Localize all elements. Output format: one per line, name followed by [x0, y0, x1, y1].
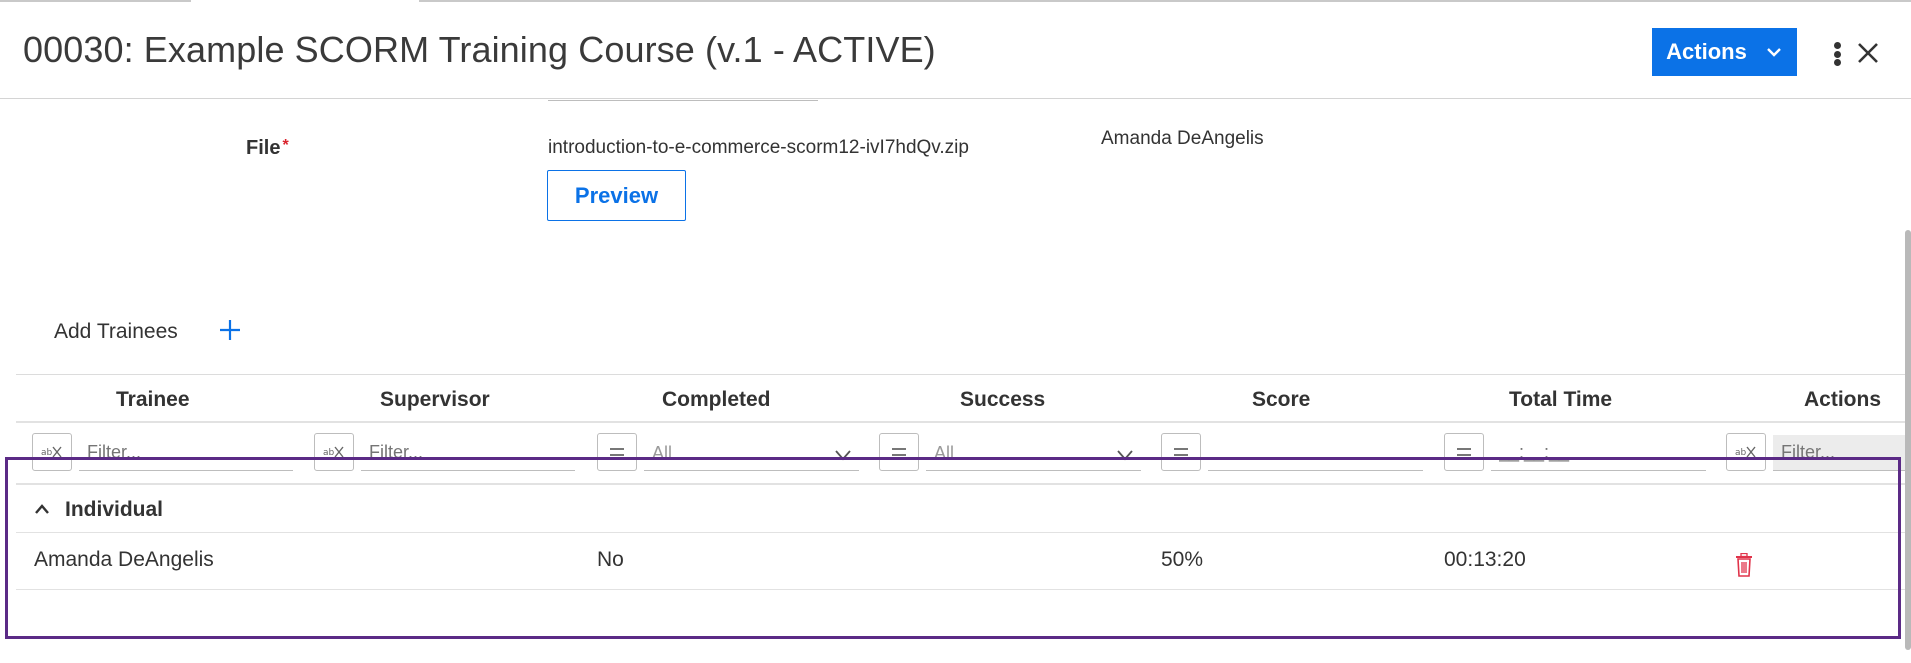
kebab-menu-icon[interactable]: [1827, 38, 1847, 70]
filter-text-icon[interactable]: ab: [32, 433, 72, 471]
required-marker: *: [282, 137, 289, 154]
column-header-score[interactable]: Score: [1252, 388, 1310, 412]
page-title: 00030: Example SCORM Training Course (v.…: [23, 29, 936, 70]
completed-filter-value: All: [652, 443, 673, 463]
group-label: Individual: [65, 498, 164, 521]
success-filter-value: All: [934, 443, 955, 463]
vertical-scrollbar[interactable]: [1905, 230, 1911, 650]
preview-button[interactable]: Preview: [547, 170, 686, 221]
score-filter-input[interactable]: [1208, 435, 1423, 471]
chevron-down-icon[interactable]: [1116, 449, 1134, 461]
filter-equals-icon[interactable]: [1444, 433, 1484, 471]
filter-row: ab ab All All ab: [16, 423, 1911, 483]
dialog-header: 00030: Example SCORM Training Course (v.…: [0, 2, 1911, 99]
table-row[interactable]: Amanda DeAngelis No 50% 00:13:20: [16, 533, 1911, 590]
close-icon[interactable]: [1855, 40, 1881, 66]
cell-trainee: Amanda DeAngelis: [34, 548, 214, 571]
filter-equals-icon[interactable]: [879, 433, 919, 471]
column-header-total-time[interactable]: Total Time: [1509, 388, 1612, 412]
column-header-completed[interactable]: Completed: [662, 388, 771, 412]
total-time-filter-input[interactable]: [1491, 435, 1706, 471]
column-header-supervisor[interactable]: Supervisor: [380, 388, 490, 412]
plus-icon[interactable]: [218, 318, 242, 342]
file-owner: Amanda DeAngelis: [1101, 128, 1264, 149]
actions-filter-input[interactable]: [1773, 435, 1911, 471]
column-header-trainee[interactable]: Trainee: [116, 388, 190, 412]
filter-equals-icon[interactable]: [1161, 433, 1201, 471]
actions-button-label: Actions: [1666, 39, 1747, 64]
filter-text-icon[interactable]: ab: [314, 433, 354, 471]
svg-text:ab: ab: [323, 448, 335, 458]
caret-up-icon[interactable]: [34, 503, 50, 515]
supervisor-filter-input[interactable]: [361, 435, 575, 471]
filter-text-icon[interactable]: ab: [1726, 433, 1766, 471]
file-name: introduction-to-e-commerce-scorm12-ivI7h…: [548, 137, 969, 158]
filter-equals-icon[interactable]: [597, 433, 637, 471]
svg-text:ab: ab: [41, 448, 53, 458]
group-row-individual[interactable]: Individual: [16, 483, 1911, 533]
trainee-filter-input[interactable]: [79, 435, 293, 471]
column-header-success[interactable]: Success: [960, 388, 1045, 412]
section-divider: [548, 100, 818, 101]
table-header: Trainee Supervisor Completed Success Sco…: [16, 374, 1911, 423]
column-header-actions: Actions: [1804, 388, 1882, 411]
cell-score: 50%: [1161, 548, 1204, 571]
completed-filter-select[interactable]: All: [644, 435, 859, 471]
file-label: File *: [246, 137, 289, 159]
success-filter-select[interactable]: All: [926, 435, 1141, 471]
svg-text:ab: ab: [1735, 448, 1747, 458]
add-trainees-label: Add Trainees: [54, 320, 178, 343]
trash-icon[interactable]: [1734, 553, 1754, 577]
chevron-down-icon[interactable]: [834, 449, 852, 461]
actions-button[interactable]: Actions: [1652, 28, 1797, 76]
chevron-down-icon: [1766, 48, 1781, 57]
cell-completed: No: [597, 548, 624, 571]
cell-total-time: 00:13:20: [1444, 548, 1526, 571]
